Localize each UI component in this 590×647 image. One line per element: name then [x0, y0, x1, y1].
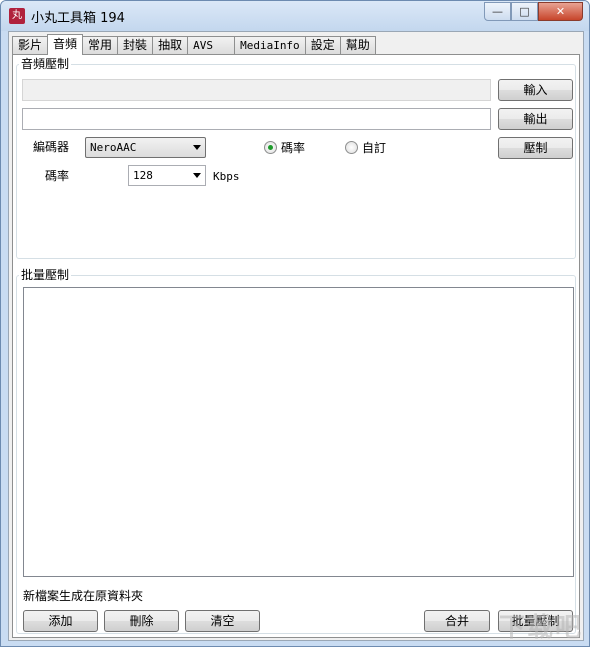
chevron-down-icon — [193, 173, 201, 178]
tab-strip: 影片 音頻 常用 封裝 抽取 AVS MediaInfo 設定 幫助 — [12, 34, 376, 55]
close-icon: ✕ — [555, 5, 566, 18]
tab-common[interactable]: 常用 — [82, 36, 119, 54]
tab-mux[interactable]: 封裝 — [117, 36, 154, 54]
tab-mediainfo[interactable]: MediaInfo — [234, 36, 306, 54]
bitrate-mode-label[interactable]: 碼率 — [281, 141, 305, 155]
close-button[interactable]: ✕ — [538, 2, 583, 21]
add-button[interactable]: 添加 — [23, 610, 98, 632]
compress-button[interactable]: 壓制 — [498, 137, 573, 159]
window-title: 小丸工具箱 194 — [31, 11, 125, 26]
tab-help[interactable]: 幫助 — [339, 36, 376, 54]
bitrate-mode-radio[interactable] — [264, 141, 277, 154]
delete-button[interactable]: 刪除 — [104, 610, 179, 632]
audio-compress-group-label: 音頻壓制 — [19, 57, 72, 71]
watermark-logo: 下载吧 — [498, 613, 583, 643]
input-path-field[interactable] — [22, 79, 491, 101]
bitrate-select-value: 128 — [133, 169, 153, 182]
output-path-field[interactable] — [22, 108, 491, 130]
maximize-icon: □ — [519, 5, 530, 18]
maximize-button[interactable]: □ — [511, 2, 538, 21]
tab-avs[interactable]: AVS — [187, 36, 236, 54]
encoder-select[interactable]: NeroAAC — [85, 137, 206, 158]
app-window: 丸 小丸工具箱 194 — □ ✕ 影片 音頻 常用 封裝 抽取 AVS Med… — [0, 0, 590, 647]
clear-button[interactable]: 清空 — [185, 610, 260, 632]
custom-mode-label[interactable]: 自訂 — [362, 141, 386, 155]
batch-output-note: 新檔案生成在原資料夾 — [23, 589, 144, 603]
batch-file-list[interactable] — [23, 287, 574, 577]
bitrate-label: 碼率 — [45, 169, 70, 183]
tab-panel-audio: 音頻壓制 輸入 輸出 編碼器 NeroAAC 碼率 自訂 壓制 碼率 128 K… — [12, 54, 580, 638]
bitrate-select[interactable]: 128 — [128, 165, 206, 186]
title-bar[interactable]: 丸 小丸工具箱 194 — □ ✕ — [1, 1, 589, 31]
batch-compress-group-label: 批量壓制 — [19, 268, 72, 282]
minimize-icon: — — [492, 5, 503, 18]
bitrate-unit-label: Kbps — [213, 170, 240, 183]
client-area: 影片 音頻 常用 封裝 抽取 AVS MediaInfo 設定 幫助 音頻壓制 … — [8, 31, 584, 641]
encoder-label: 編碼器 — [33, 140, 70, 154]
input-button[interactable]: 輸入 — [498, 79, 573, 101]
tab-audio[interactable]: 音頻 — [47, 34, 84, 55]
tab-extract[interactable]: 抽取 — [152, 36, 189, 54]
tab-settings[interactable]: 設定 — [304, 36, 341, 54]
tab-video[interactable]: 影片 — [12, 36, 49, 54]
custom-mode-radio[interactable] — [345, 141, 358, 154]
encoder-select-value: NeroAAC — [90, 141, 137, 154]
chevron-down-icon — [193, 145, 201, 150]
merge-button[interactable]: 合并 — [424, 610, 490, 632]
minimize-button[interactable]: — — [484, 2, 511, 21]
window-controls: — □ ✕ — [484, 2, 583, 21]
output-button[interactable]: 輸出 — [498, 108, 573, 130]
app-logo-icon: 丸 — [9, 8, 25, 24]
